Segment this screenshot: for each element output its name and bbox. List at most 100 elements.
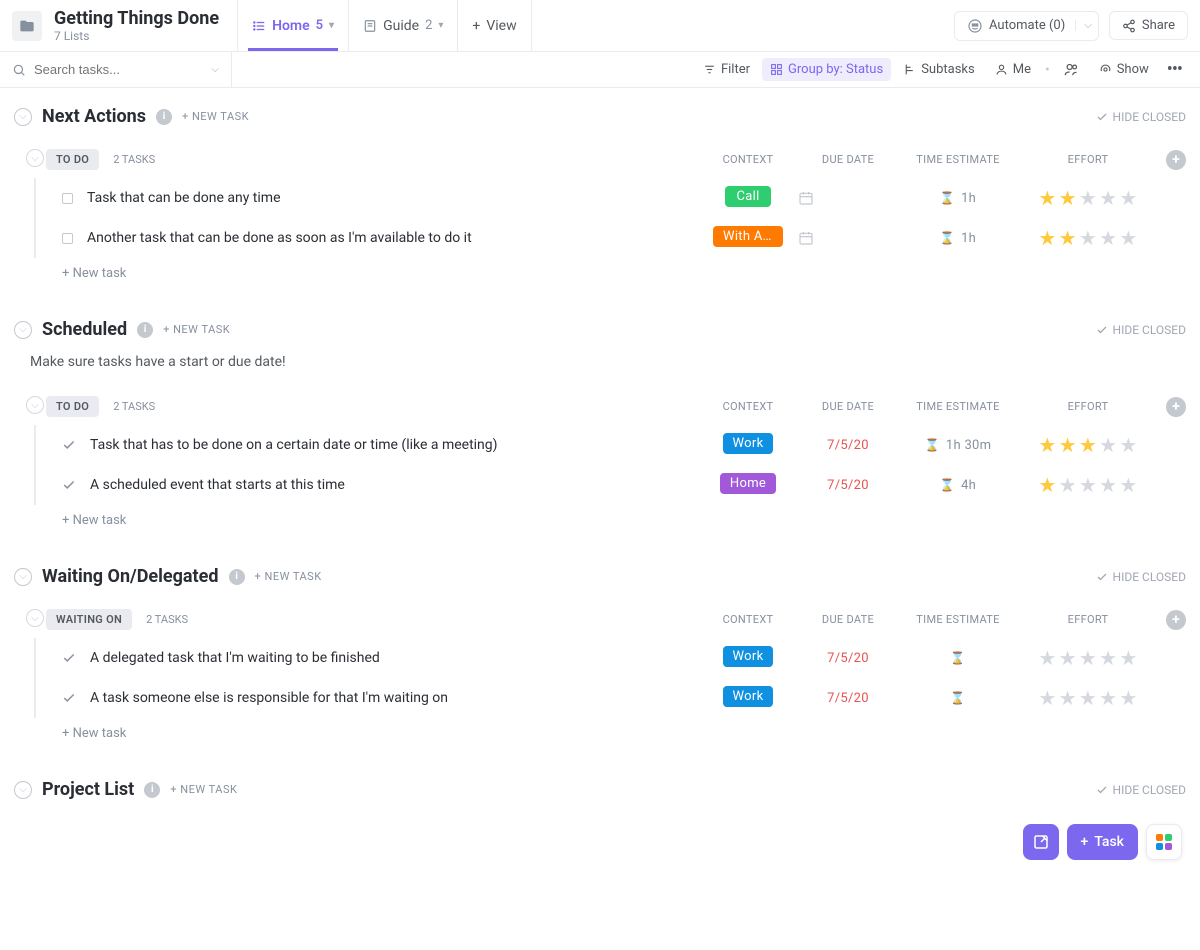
add-column-button[interactable]: +: [1166, 150, 1186, 170]
col-context[interactable]: CONTEXT: [698, 613, 798, 626]
effort-stars[interactable]: ★★★★★: [1018, 688, 1158, 708]
show-button[interactable]: Show: [1091, 58, 1157, 81]
group-title[interactable]: Scheduled: [42, 319, 127, 340]
task-status-icon[interactable]: [62, 478, 76, 492]
automate-button[interactable]: Automate (0) ⌵: [954, 11, 1099, 41]
task-title[interactable]: Another task that can be done as soon as…: [87, 230, 472, 246]
due-date[interactable]: 7/5/20: [827, 478, 869, 493]
task-status-icon[interactable]: [62, 233, 73, 244]
task-row[interactable]: A scheduled event that starts at this ti…: [36, 465, 1186, 505]
context-tag[interactable]: Work: [723, 433, 774, 454]
due-date[interactable]: 7/5/20: [827, 438, 869, 453]
collapse-icon[interactable]: ⌵: [26, 149, 44, 167]
new-task-row[interactable]: + New task: [34, 505, 1186, 536]
task-row[interactable]: A delegated task that I'm waiting to be …: [36, 638, 1186, 678]
note-button[interactable]: [1023, 824, 1059, 860]
collapse-icon[interactable]: ⌵: [26, 609, 44, 627]
col-effort[interactable]: EFFORT: [1018, 400, 1158, 413]
share-button[interactable]: Share: [1109, 11, 1188, 40]
tab-guide[interactable]: Guide 2 ▾: [348, 0, 457, 51]
apps-button[interactable]: [1146, 824, 1182, 860]
col-due[interactable]: DUE DATE: [798, 153, 898, 166]
info-icon[interactable]: i: [144, 782, 160, 798]
task-row[interactable]: Another task that can be done as soon as…: [36, 218, 1186, 258]
col-time[interactable]: TIME ESTIMATE: [898, 613, 1018, 626]
add-view[interactable]: + View: [457, 0, 531, 51]
add-column-button[interactable]: +: [1166, 397, 1186, 417]
due-date[interactable]: 7/5/20: [827, 651, 869, 666]
page-title[interactable]: Getting Things Done: [54, 8, 219, 29]
task-status-icon[interactable]: [62, 438, 76, 452]
task-row[interactable]: Task that can be done any time Call ⌛1h …: [36, 178, 1186, 218]
group-title[interactable]: Next Actions: [42, 106, 146, 127]
context-tag[interactable]: Work: [723, 646, 774, 667]
col-context[interactable]: CONTEXT: [698, 153, 798, 166]
info-icon[interactable]: i: [137, 322, 153, 338]
hide-closed[interactable]: HIDE CLOSED: [1096, 323, 1186, 337]
task-status-icon[interactable]: [62, 691, 76, 705]
group-title[interactable]: Project List: [42, 779, 134, 800]
chevron-down-icon[interactable]: ⌵: [1075, 20, 1092, 31]
more-menu[interactable]: •••: [1161, 59, 1188, 80]
chevron-down-icon[interactable]: ⌵: [211, 64, 219, 75]
search-input[interactable]: [34, 62, 231, 77]
collapse-icon[interactable]: ⌵: [26, 396, 44, 414]
new-task-row[interactable]: + New task: [34, 258, 1186, 289]
calendar-icon[interactable]: [798, 230, 898, 246]
filter-button[interactable]: Filter: [695, 58, 758, 81]
hide-closed[interactable]: HIDE CLOSED: [1096, 783, 1186, 797]
time-estimate[interactable]: ⌛: [898, 651, 1018, 665]
context-tag[interactable]: Home: [720, 473, 776, 494]
group-title[interactable]: Waiting On/Delegated: [42, 566, 219, 587]
task-status-icon[interactable]: [62, 651, 76, 665]
col-time[interactable]: TIME ESTIMATE: [898, 153, 1018, 166]
new-task-link[interactable]: + NEW TASK: [163, 323, 230, 336]
time-estimate[interactable]: ⌛1h: [898, 191, 1018, 206]
task-title[interactable]: A task someone else is responsible for t…: [90, 690, 448, 706]
tab-home[interactable]: Home 5 ▾: [237, 0, 348, 51]
task-title[interactable]: A scheduled event that starts at this ti…: [90, 477, 345, 493]
col-due[interactable]: DUE DATE: [798, 400, 898, 413]
new-task-link[interactable]: + NEW TASK: [170, 783, 237, 796]
col-effort[interactable]: EFFORT: [1018, 613, 1158, 626]
add-column-button[interactable]: +: [1166, 610, 1186, 630]
me-button[interactable]: Me: [987, 58, 1039, 81]
assignees-button[interactable]: [1056, 58, 1087, 81]
task-row[interactable]: Task that has to be done on a certain da…: [36, 425, 1186, 465]
new-task-link[interactable]: + NEW TASK: [182, 110, 249, 123]
new-task-button[interactable]: + Task: [1067, 824, 1138, 860]
col-effort[interactable]: EFFORT: [1018, 153, 1158, 166]
task-title[interactable]: A delegated task that I'm waiting to be …: [90, 650, 380, 666]
task-status-icon[interactable]: [62, 193, 73, 204]
col-time[interactable]: TIME ESTIMATE: [898, 400, 1018, 413]
due-date[interactable]: 7/5/20: [827, 691, 869, 706]
col-context[interactable]: CONTEXT: [698, 400, 798, 413]
info-icon[interactable]: i: [156, 109, 172, 125]
status-pill[interactable]: WAITING ON: [46, 609, 132, 630]
context-tag[interactable]: Call: [725, 186, 771, 207]
collapse-icon[interactable]: ⌵: [14, 781, 32, 799]
collapse-icon[interactable]: ⌵: [14, 321, 32, 339]
task-row[interactable]: A task someone else is responsible for t…: [36, 678, 1186, 718]
status-pill[interactable]: TO DO: [46, 149, 99, 170]
new-task-row[interactable]: + New task: [34, 718, 1186, 749]
effort-stars[interactable]: ★★★★★: [1018, 188, 1158, 208]
collapse-icon[interactable]: ⌵: [14, 108, 32, 126]
time-estimate[interactable]: ⌛4h: [898, 478, 1018, 493]
collapse-icon[interactable]: ⌵: [14, 568, 32, 586]
task-title[interactable]: Task that can be done any time: [87, 190, 281, 206]
task-title[interactable]: Task that has to be done on a certain da…: [90, 437, 498, 453]
subtasks-button[interactable]: Subtasks: [895, 58, 983, 81]
new-task-link[interactable]: + NEW TASK: [255, 570, 322, 583]
calendar-icon[interactable]: [798, 190, 898, 206]
group-by-button[interactable]: Group by: Status: [762, 58, 891, 81]
status-pill[interactable]: TO DO: [46, 396, 99, 417]
time-estimate[interactable]: ⌛1h 30m: [898, 438, 1018, 453]
effort-stars[interactable]: ★★★★★: [1018, 475, 1158, 495]
hide-closed[interactable]: HIDE CLOSED: [1096, 110, 1186, 124]
effort-stars[interactable]: ★★★★★: [1018, 228, 1158, 248]
hide-closed[interactable]: HIDE CLOSED: [1096, 570, 1186, 584]
time-estimate[interactable]: ⌛1h: [898, 231, 1018, 246]
info-icon[interactable]: i: [229, 569, 245, 585]
context-tag[interactable]: With Ac...: [713, 226, 783, 247]
